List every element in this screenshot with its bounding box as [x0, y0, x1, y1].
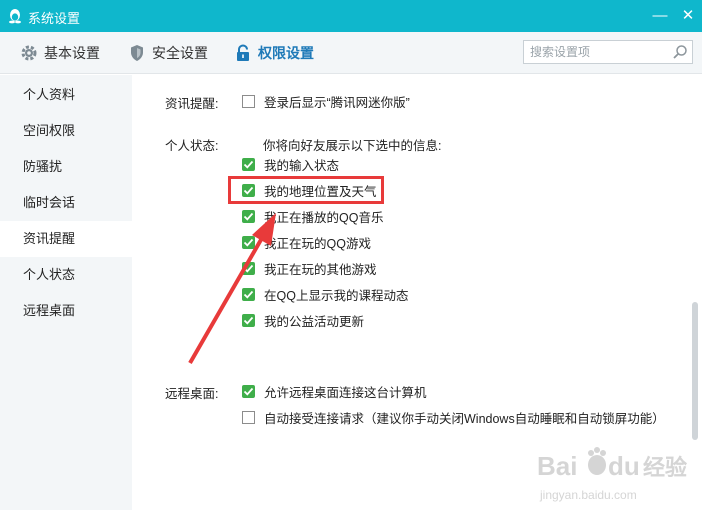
- checkbox-checked[interactable]: [242, 157, 255, 171]
- option-text: 我正在玩的QQ游戏: [264, 236, 371, 251]
- settings-content: 资讯提醒: 登录后显示“腾讯网迷你版” 个人状态: 你将向好友展示以下选中的信息…: [132, 75, 702, 510]
- option-text: 登录后显示“腾讯网迷你版”: [264, 95, 410, 110]
- remote-section-label: 远程桌面:: [165, 387, 219, 401]
- sidebar-item-anti-harassment[interactable]: 防骚扰: [0, 149, 132, 185]
- option-text: 我的输入状态: [264, 158, 340, 173]
- option-text: 在QQ上显示我的课程动态: [264, 288, 409, 303]
- status-intro-text: 你将向好友展示以下选中的信息:: [263, 139, 442, 153]
- baidu-jingyan-watermark: Bai du 经验 jingyan.baidu.com: [537, 447, 687, 502]
- svg-text:Bai: Bai: [537, 451, 577, 481]
- remote-option-row[interactable]: 允许远程桌面连接这台计算机: [242, 382, 427, 400]
- svg-text:du: du: [608, 451, 640, 481]
- status-option-row[interactable]: 我的输入状态: [242, 155, 339, 173]
- checkbox-checked[interactable]: [242, 209, 255, 223]
- sidebar: 个人资料 空间权限 防骚扰 临时会话 资讯提醒 个人状态 远程桌面: [0, 75, 132, 510]
- checkbox-unchecked[interactable]: [242, 410, 255, 424]
- checkbox-checked[interactable]: [242, 384, 255, 398]
- checkbox-checked[interactable]: [242, 261, 255, 275]
- remote-option-row[interactable]: 自动接受连接请求（建议你手动关闭Windows自动睡眠和自动锁屏功能）: [242, 408, 665, 426]
- close-button[interactable]: ✕: [678, 6, 698, 26]
- annotation-highlight-box: [228, 176, 384, 204]
- status-option-row[interactable]: 我正在玩的QQ游戏: [242, 233, 371, 251]
- search-icon[interactable]: [672, 44, 688, 60]
- tab-basic-settings[interactable]: 基本设置: [20, 42, 100, 64]
- status-option-row[interactable]: 我正在玩的其他游戏: [242, 259, 377, 277]
- status-option-row[interactable]: 我的公益活动更新: [242, 311, 364, 329]
- svg-text:jingyan.baidu.com: jingyan.baidu.com: [539, 488, 637, 502]
- checkbox-checked[interactable]: [242, 287, 255, 301]
- sidebar-item-news-reminder[interactable]: 资讯提醒: [0, 221, 132, 257]
- sidebar-item-remote-desktop[interactable]: 远程桌面: [0, 293, 132, 329]
- checkbox-checked[interactable]: [242, 313, 255, 327]
- tab-permission-settings[interactable]: 权限设置: [234, 42, 314, 64]
- tab-security-settings[interactable]: 安全设置: [128, 42, 208, 64]
- option-text: 允许远程桌面连接这台计算机: [264, 385, 427, 400]
- tab-label: 安全设置: [152, 45, 208, 61]
- shield-icon: [131, 45, 143, 61]
- title-bar: 系统设置 — ✕: [0, 0, 702, 32]
- status-option-row[interactable]: 我正在播放的QQ音乐: [242, 207, 383, 225]
- option-text: 我正在玩的其他游戏: [264, 262, 377, 277]
- checkbox-unchecked[interactable]: [242, 94, 255, 108]
- option-text: 我正在播放的QQ音乐: [264, 210, 384, 225]
- status-section-label: 个人状态:: [165, 139, 219, 153]
- tab-label: 基本设置: [44, 45, 100, 61]
- checkbox-checked[interactable]: [242, 235, 255, 249]
- sidebar-item-personal-status[interactable]: 个人状态: [0, 257, 132, 293]
- option-text: 我的公益活动更新: [264, 314, 365, 329]
- svg-text:经验: 经验: [643, 455, 687, 480]
- gear-icon: [21, 45, 37, 61]
- sidebar-item-space-permission[interactable]: 空间权限: [0, 113, 132, 149]
- status-option-row[interactable]: 在QQ上显示我的课程动态: [242, 285, 408, 303]
- search-input[interactable]: [530, 44, 665, 60]
- tab-label: 权限设置: [258, 45, 314, 61]
- lock-icon: [237, 44, 249, 61]
- search-box[interactable]: [523, 40, 693, 64]
- scrollbar-thumb[interactable]: [692, 302, 698, 440]
- sidebar-item-profile[interactable]: 个人资料: [0, 77, 132, 113]
- sidebar-item-temp-chat[interactable]: 临时会话: [0, 185, 132, 221]
- window-title: 系统设置: [28, 11, 81, 26]
- news-section-label: 资讯提醒:: [165, 97, 219, 111]
- option-text: 自动接受连接请求（建议你手动关闭Windows自动睡眠和自动锁屏功能）: [264, 411, 665, 426]
- news-option-row[interactable]: 登录后显示“腾讯网迷你版”: [242, 92, 410, 110]
- qq-penguin-icon: [9, 9, 21, 24]
- minimize-button[interactable]: —: [650, 6, 670, 26]
